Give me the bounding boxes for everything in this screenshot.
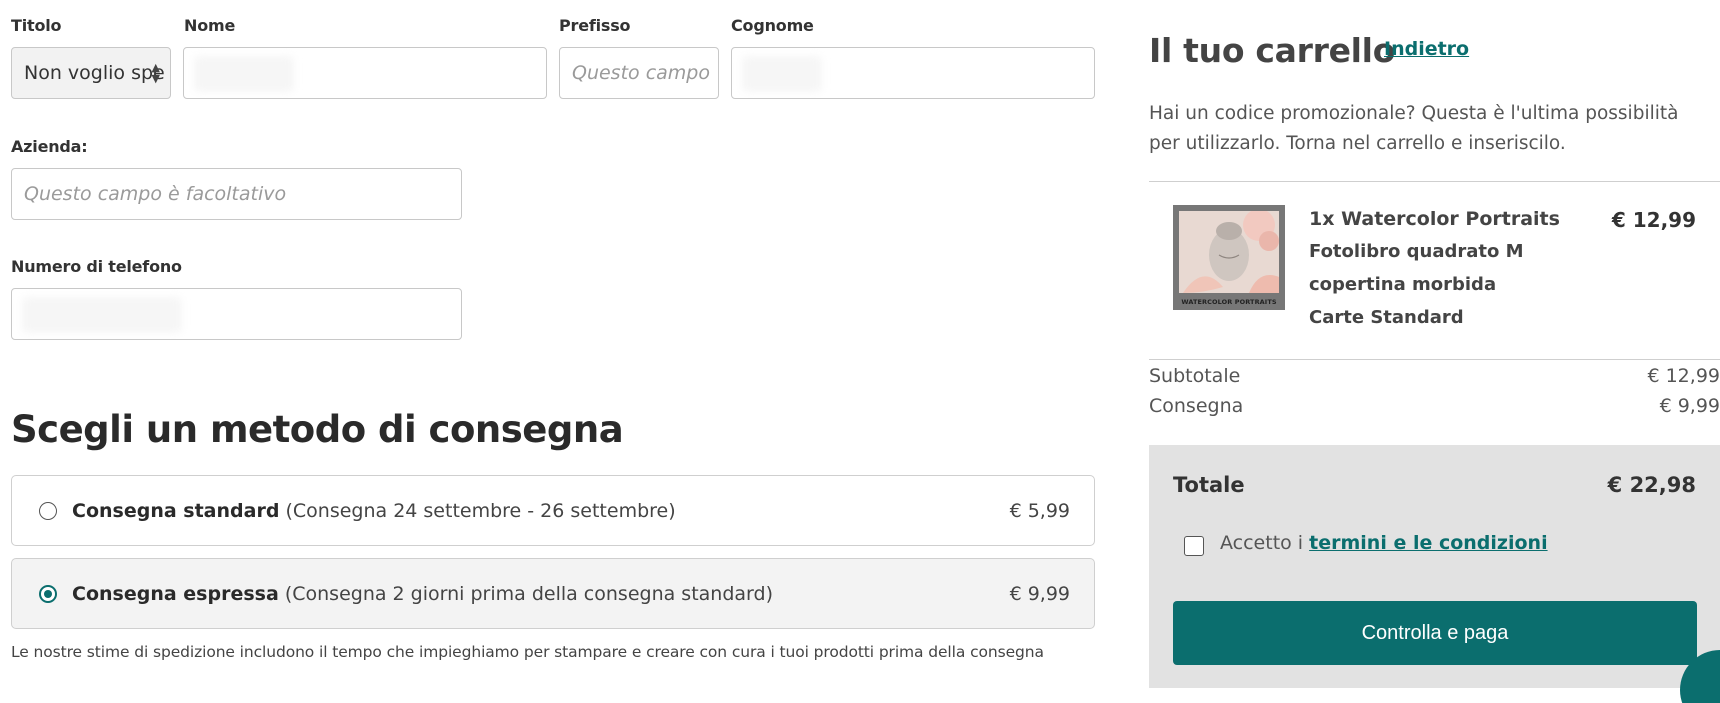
- name-label: Nome: [184, 16, 236, 35]
- product-image: [1179, 211, 1279, 293]
- prefix-label: Prefisso: [559, 16, 631, 35]
- company-placeholder: Questo campo è facoltativo: [24, 183, 287, 205]
- shipping-label: Consegna: [1149, 395, 1244, 417]
- total-box: Totale € 22,98 Accetto i termini e le co…: [1149, 445, 1720, 688]
- terms-text: Accetto i termini e le condizioni: [1220, 532, 1548, 554]
- shipping-note: Le nostre stime di spedizione includono …: [11, 643, 1044, 661]
- divider: [1149, 181, 1720, 182]
- redacted-value: [742, 56, 822, 92]
- redacted-value: [22, 297, 182, 333]
- delivery-option-price: € 9,99: [1009, 582, 1070, 605]
- select-arrows-icon: ▲ ▼: [151, 61, 160, 85]
- company-field[interactable]: Questo campo è facoltativo: [11, 168, 462, 220]
- item-detail-2: copertina morbida: [1309, 274, 1497, 295]
- back-link[interactable]: Indietro: [1384, 38, 1469, 60]
- total-label: Totale: [1173, 473, 1245, 497]
- buddha-illustration: [1179, 211, 1279, 293]
- prefix-field[interactable]: Questo campo: [559, 47, 719, 99]
- title-select[interactable]: Non voglio spe ▲ ▼: [11, 47, 171, 99]
- subtotal-value: € 12,99: [1647, 365, 1720, 387]
- item-price: € 12,99: [1611, 208, 1696, 232]
- item-name: 1x Watercolor Portraits: [1309, 208, 1560, 230]
- delivery-option-price: € 5,99: [1009, 499, 1070, 522]
- product-thumbnail: WATERCOLOR PORTRAITS: [1173, 205, 1285, 310]
- phone-field[interactable]: [11, 288, 462, 340]
- prefix-placeholder: Questo campo: [572, 62, 710, 84]
- radio-button-selected[interactable]: [39, 584, 57, 603]
- surname-field[interactable]: [731, 47, 1095, 99]
- divider: [1149, 359, 1720, 360]
- terms-checkbox[interactable]: [1184, 536, 1204, 556]
- cart-title: Il tuo carrello: [1149, 31, 1396, 70]
- thumb-caption: WATERCOLOR PORTRAITS: [1181, 298, 1277, 306]
- subtotal-row: Subtotale € 12,99: [1149, 365, 1720, 387]
- title-select-value: Non voglio spe: [24, 62, 165, 84]
- shipping-row: Consegna € 9,99: [1149, 395, 1720, 417]
- terms-link[interactable]: termini e le condizioni: [1309, 532, 1547, 554]
- surname-label: Cognome: [731, 16, 814, 35]
- name-field[interactable]: [183, 47, 547, 99]
- delivery-heading: Scegli un metodo di consegna: [11, 408, 624, 451]
- item-detail-3: Carte Standard: [1309, 307, 1464, 328]
- redacted-value: [194, 56, 294, 92]
- accept-prefix: Accetto i: [1220, 532, 1304, 554]
- delivery-option-express[interactable]: Consegna espressa (Consegna 2 giorni pri…: [11, 558, 1095, 629]
- delivery-option-text: Consegna espressa (Consegna 2 giorni pri…: [72, 582, 773, 605]
- delivery-option-text: Consegna standard (Consegna 24 settembre…: [72, 499, 676, 522]
- delivery-option-standard[interactable]: Consegna standard (Consegna 24 settembre…: [11, 475, 1095, 546]
- promo-text: Hai un codice promozionale? Questa è l'u…: [1149, 103, 1679, 154]
- radio-button[interactable]: [39, 501, 57, 520]
- checkout-button[interactable]: Controlla e paga: [1173, 601, 1697, 665]
- subtotal-label: Subtotale: [1149, 365, 1241, 387]
- phone-label: Numero di telefono: [11, 257, 182, 276]
- total-value: € 22,98: [1607, 473, 1696, 497]
- shipping-value: € 9,99: [1659, 395, 1720, 417]
- title-label: Titolo: [11, 16, 62, 35]
- item-detail-1: Fotolibro quadrato M: [1309, 241, 1524, 262]
- company-label: Azienda:: [11, 137, 88, 156]
